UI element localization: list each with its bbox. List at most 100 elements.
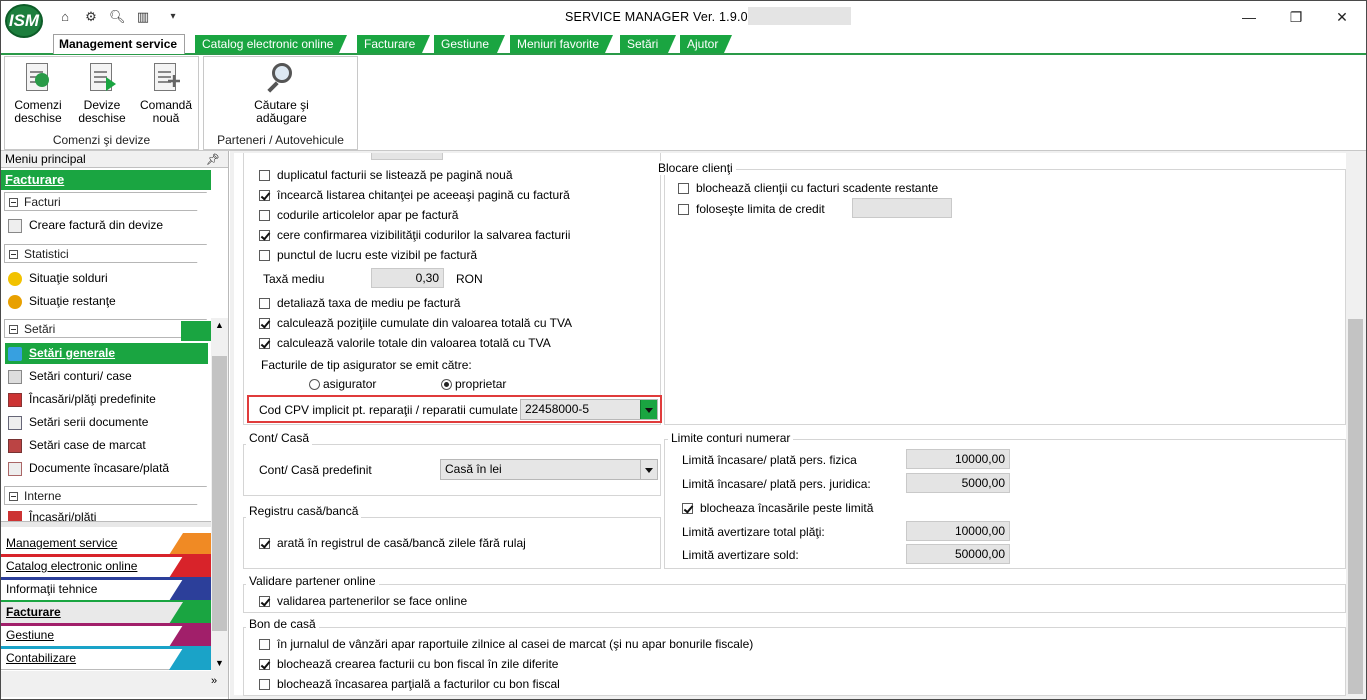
radio[interactable] bbox=[441, 379, 452, 390]
comanda-noua-button[interactable]: Comandă nouă bbox=[135, 61, 197, 125]
sidebar-item-situatie-solduri[interactable]: Situaţie solduri bbox=[5, 268, 208, 289]
limita-total-input[interactable]: 10000,00 bbox=[906, 521, 1010, 541]
home-icon[interactable]: ⌂ bbox=[57, 9, 73, 24]
sidebar-item-case-marcat[interactable]: Setări case de marcat bbox=[5, 435, 208, 456]
checkbox[interactable] bbox=[259, 679, 270, 690]
validare-title: Validare partener online bbox=[246, 574, 379, 588]
tools-icon[interactable]: ⚙ bbox=[83, 9, 99, 24]
check-duplicat[interactable]: duplicatul facturii se listează pe pagin… bbox=[259, 168, 513, 182]
check-blocheaza-limita[interactable]: blocheaza încasările peste limită bbox=[682, 501, 873, 515]
splitter[interactable] bbox=[1, 521, 228, 527]
search-doc-icon[interactable]: 🔍︎ bbox=[109, 9, 126, 24]
tab-catalog[interactable]: Catalog electronic online bbox=[195, 35, 347, 53]
checkbox[interactable] bbox=[678, 183, 689, 194]
check-confirmare[interactable]: cere confirmarea vizibilităţii codurilor… bbox=[259, 228, 570, 242]
check-valori-totale[interactable]: calculează valorile totale din valoarea … bbox=[259, 336, 551, 350]
sidebar-item-documente-incasare[interactable]: Documente încasare/plată bbox=[5, 458, 208, 479]
minimize-button[interactable]: — bbox=[1226, 3, 1272, 31]
check-coduri[interactable]: codurile articolelor apar pe factură bbox=[259, 208, 458, 222]
barcode-icon[interactable]: ▥ bbox=[135, 9, 151, 24]
comenzi-deschise-button[interactable]: Comenzi deschise bbox=[9, 61, 67, 125]
limita-fizica-input[interactable]: 10000,00 bbox=[906, 449, 1010, 469]
ribbon-group-comenzi: Comenzi deschise Devize deschise Comandă… bbox=[4, 56, 199, 150]
radio-asigurator[interactable]: asigurator bbox=[309, 377, 376, 391]
cpv-combo[interactable]: 22458000-5 bbox=[520, 399, 658, 420]
checkbox[interactable] bbox=[259, 659, 270, 670]
checkbox[interactable] bbox=[259, 318, 270, 329]
maximize-button[interactable]: ❐ bbox=[1273, 3, 1319, 31]
sidebar-item-incasari-predefinite[interactable]: Încasări/plăţi predefinite bbox=[5, 389, 208, 410]
module-gestiune[interactable]: Gestiune bbox=[1, 625, 211, 647]
checkbox[interactable] bbox=[682, 503, 693, 514]
tab-setari[interactable]: Setări bbox=[620, 35, 676, 53]
blocare-title: Blocare clienţi bbox=[655, 161, 736, 175]
check-validare[interactable]: validarea partenerilor se face online bbox=[259, 594, 467, 608]
module-catalog-electronic[interactable]: Catalog electronic online bbox=[1, 556, 211, 578]
scroll-down-icon[interactable]: ▼ bbox=[211, 656, 228, 671]
module-management-service[interactable]: Management service bbox=[1, 533, 211, 555]
checkbox[interactable] bbox=[259, 338, 270, 349]
sidebar-item-situatie-restante[interactable]: Situaţie restanţe bbox=[5, 291, 208, 312]
check-jurnal[interactable]: în jurnalul de vânzări apar raportuile z… bbox=[259, 637, 753, 651]
limita-juridica-input[interactable]: 5000,00 bbox=[906, 473, 1010, 493]
checkbox[interactable] bbox=[259, 250, 270, 261]
cont-casa-combo[interactable]: Casă în lei bbox=[440, 459, 658, 480]
check-pozitii-cumulate[interactable]: calculează poziţiile cumulate din valoar… bbox=[259, 316, 572, 330]
module-contabilizare[interactable]: Contabilizare bbox=[1, 648, 211, 670]
checkbox[interactable] bbox=[259, 170, 270, 181]
limita-sold-input[interactable]: 50000,00 bbox=[906, 544, 1010, 564]
radio[interactable] bbox=[309, 379, 320, 390]
sidebar-item-incasari-plati[interactable]: Încasări/plăţi bbox=[5, 507, 208, 521]
check-punct-lucru[interactable]: punctul de lucru este vizibil pe factură bbox=[259, 248, 477, 262]
limita-credit-input[interactable] bbox=[852, 198, 952, 218]
module-facturare[interactable]: Facturare bbox=[1, 602, 211, 624]
taxa-input[interactable]: 0,30 bbox=[371, 268, 444, 288]
chevron-down-icon[interactable] bbox=[640, 460, 657, 479]
check-registru[interactable]: arată în registrul de casă/bancă zilele … bbox=[259, 536, 526, 550]
dropdown-icon[interactable]: ▾ bbox=[165, 9, 181, 24]
check-detaliaza[interactable]: detaliază taxa de mediu pe factură bbox=[259, 296, 460, 310]
limita-total-label: Limită avertizare total plăţi: bbox=[682, 525, 825, 539]
tab-ajutor[interactable]: Ajutor bbox=[680, 35, 732, 53]
module-informatii-tehnice[interactable]: Informaţii tehnice bbox=[1, 579, 211, 601]
tab-facturare[interactable]: Facturare bbox=[357, 35, 430, 53]
main-scroll-thumb[interactable] bbox=[1348, 319, 1363, 694]
checkbox[interactable] bbox=[259, 538, 270, 549]
checkbox[interactable] bbox=[259, 298, 270, 309]
checkbox[interactable] bbox=[259, 596, 270, 607]
check-incasare-partiala[interactable]: blochează încasarea parţială a facturilo… bbox=[259, 677, 560, 691]
cash-register-icon bbox=[8, 439, 22, 453]
checkbox[interactable] bbox=[259, 639, 270, 650]
radio-proprietar[interactable]: proprietar bbox=[441, 377, 506, 391]
sidebar-item-serii-documente[interactable]: Setări serii documente bbox=[5, 412, 208, 433]
sidebar-section-facturi[interactable]: Facturi bbox=[4, 192, 207, 211]
sidebar-item-setari-generale[interactable]: Setări generale bbox=[5, 343, 208, 364]
estimates-icon bbox=[86, 61, 118, 93]
checkbox[interactable] bbox=[259, 210, 270, 221]
sidebar-item-creare-factura[interactable]: Creare factură din devize bbox=[5, 215, 208, 236]
expand-icon[interactable]: » bbox=[211, 675, 217, 687]
tab-management-service[interactable]: Management service bbox=[53, 34, 185, 54]
sidebar-section-statistici[interactable]: Statistici bbox=[4, 244, 207, 263]
pin-icon[interactable]: 📌︎ bbox=[206, 152, 220, 168]
sidebar-section-interne[interactable]: Interne bbox=[4, 486, 207, 505]
tab-gestiune[interactable]: Gestiune bbox=[434, 35, 505, 53]
scroll-up-icon[interactable]: ▲ bbox=[211, 318, 228, 333]
sidebar-item-setari-conturi[interactable]: Setări conturi/ case bbox=[5, 366, 208, 387]
checkbox[interactable] bbox=[259, 230, 270, 241]
chevron-down-icon[interactable] bbox=[640, 400, 657, 419]
checkbox[interactable] bbox=[678, 204, 689, 215]
check-bon-zile[interactable]: blochează crearea facturii cu bon fiscal… bbox=[259, 657, 558, 671]
checkbox[interactable] bbox=[259, 190, 270, 201]
devize-deschise-button[interactable]: Devize deschise bbox=[73, 61, 131, 125]
sidebar-section-setari[interactable]: Setări bbox=[4, 319, 207, 338]
check-chitanta[interactable]: încearcă listarea chitanţei pe aceeaşi p… bbox=[259, 188, 570, 202]
cautare-adaugare-button[interactable]: Căutare şi adăugare bbox=[234, 61, 329, 125]
sidebar-module-facturare[interactable]: Facturare bbox=[1, 170, 211, 190]
check-limita-credit[interactable]: foloseşte limita de credit bbox=[678, 202, 825, 216]
registru-title: Registru casă/bancă bbox=[246, 504, 362, 518]
tab-meniuri-favorite[interactable]: Meniuri favorite bbox=[510, 35, 613, 53]
close-button[interactable]: ✕ bbox=[1319, 3, 1365, 31]
sidebar-scroll-thumb[interactable] bbox=[212, 356, 227, 631]
check-blocheaza-clienti[interactable]: blochează clienţii cu facturi scadente r… bbox=[678, 181, 938, 195]
